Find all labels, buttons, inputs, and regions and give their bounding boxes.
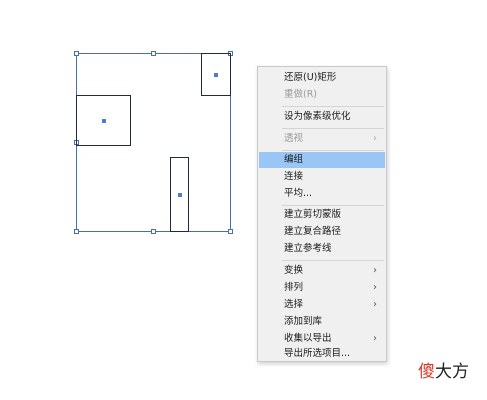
menu-item-label: 编组 [284,154,304,165]
chevron-right-icon: › [373,299,377,310]
menu-item-label: 排列 [284,282,304,293]
menu-item-label: 建立复合路径 [284,226,342,237]
menu-item-pixel-optimize[interactable]: 设为像素级优化 [259,109,385,125]
menu-item-label: 设为像素级优化 [284,111,351,122]
watermark-logo: 傻大方 [418,357,469,382]
menu-item-label: 建立剪切蒙版 [284,209,342,220]
menu-item-label: 建立参考线 [284,243,332,254]
square-shape[interactable] [76,95,131,146]
selection-handle-bottom-right[interactable] [228,229,233,234]
menu-item-make-guides[interactable]: 建立参考线 [259,241,385,257]
selection-handle-bottom-left[interactable] [74,229,79,234]
menu-item-export-selection[interactable]: 导出所选项目... [259,346,385,362]
chevron-right-icon: › [373,133,377,144]
chevron-right-icon: › [373,265,377,276]
menu-item-arrange[interactable]: 排列 › [259,280,385,296]
menu-item-add-to-library[interactable]: 添加到库 [259,314,385,330]
menu-item-label: 连接 [284,171,304,182]
menu-separator [282,150,384,151]
menu-item-label: 收集以导出 [284,333,332,344]
menu-item-label: 重做(R) [284,89,318,100]
menu-item-collect-for-export[interactable]: 收集以导出 › [259,331,385,347]
menu-separator [282,106,384,107]
watermark-text: 大方 [435,362,469,382]
menu-item-label: 选择 [284,299,304,310]
menu-item-label: 导出所选项目... [284,348,351,359]
menu-item-average[interactable]: 平均... [259,186,385,202]
menu-item-label: 添加到库 [284,316,323,327]
shape-center-point [214,72,218,77]
menu-item-label: 还原(U)矩形 [284,72,337,83]
chevron-right-icon: › [373,333,377,344]
tall-rectangle-shape[interactable] [170,157,189,232]
context-menu: 还原(U)矩形 重做(R) 设为像素级优化 透视 › 编组 连接 平均... 建… [257,66,387,362]
menu-item-redo[interactable]: 重做(R) [259,87,385,103]
menu-item-perspective[interactable]: 透视 › [259,131,385,147]
menu-item-make-compound-path[interactable]: 建立复合路径 [259,224,385,240]
shape-center-point [177,192,182,197]
menu-item-label: 平均... [284,188,313,199]
menu-item-transform[interactable]: 变换 › [259,263,385,279]
menu-separator [282,205,384,206]
selection-handle-top-left[interactable] [74,51,79,56]
menu-item-undo-rectangle[interactable]: 还原(U)矩形 [259,70,385,86]
menu-item-group[interactable]: 编组 [259,152,385,168]
menu-item-label: 变换 [284,265,304,276]
menu-item-select[interactable]: 选择 › [259,297,385,313]
watermark-accent-text: 傻 [418,362,435,382]
menu-item-label: 透视 [284,133,304,144]
chevron-right-icon: › [373,282,377,293]
menu-item-join[interactable]: 连接 [259,169,385,185]
menu-separator [282,128,384,129]
menu-separator [282,260,384,261]
selection-handle-bottom-middle[interactable] [151,229,156,234]
shape-center-point [101,118,106,123]
small-rectangle-shape[interactable] [201,53,231,96]
selection-handle-top-middle[interactable] [151,51,156,56]
menu-item-make-clipping-mask[interactable]: 建立剪切蒙版 [259,207,385,223]
